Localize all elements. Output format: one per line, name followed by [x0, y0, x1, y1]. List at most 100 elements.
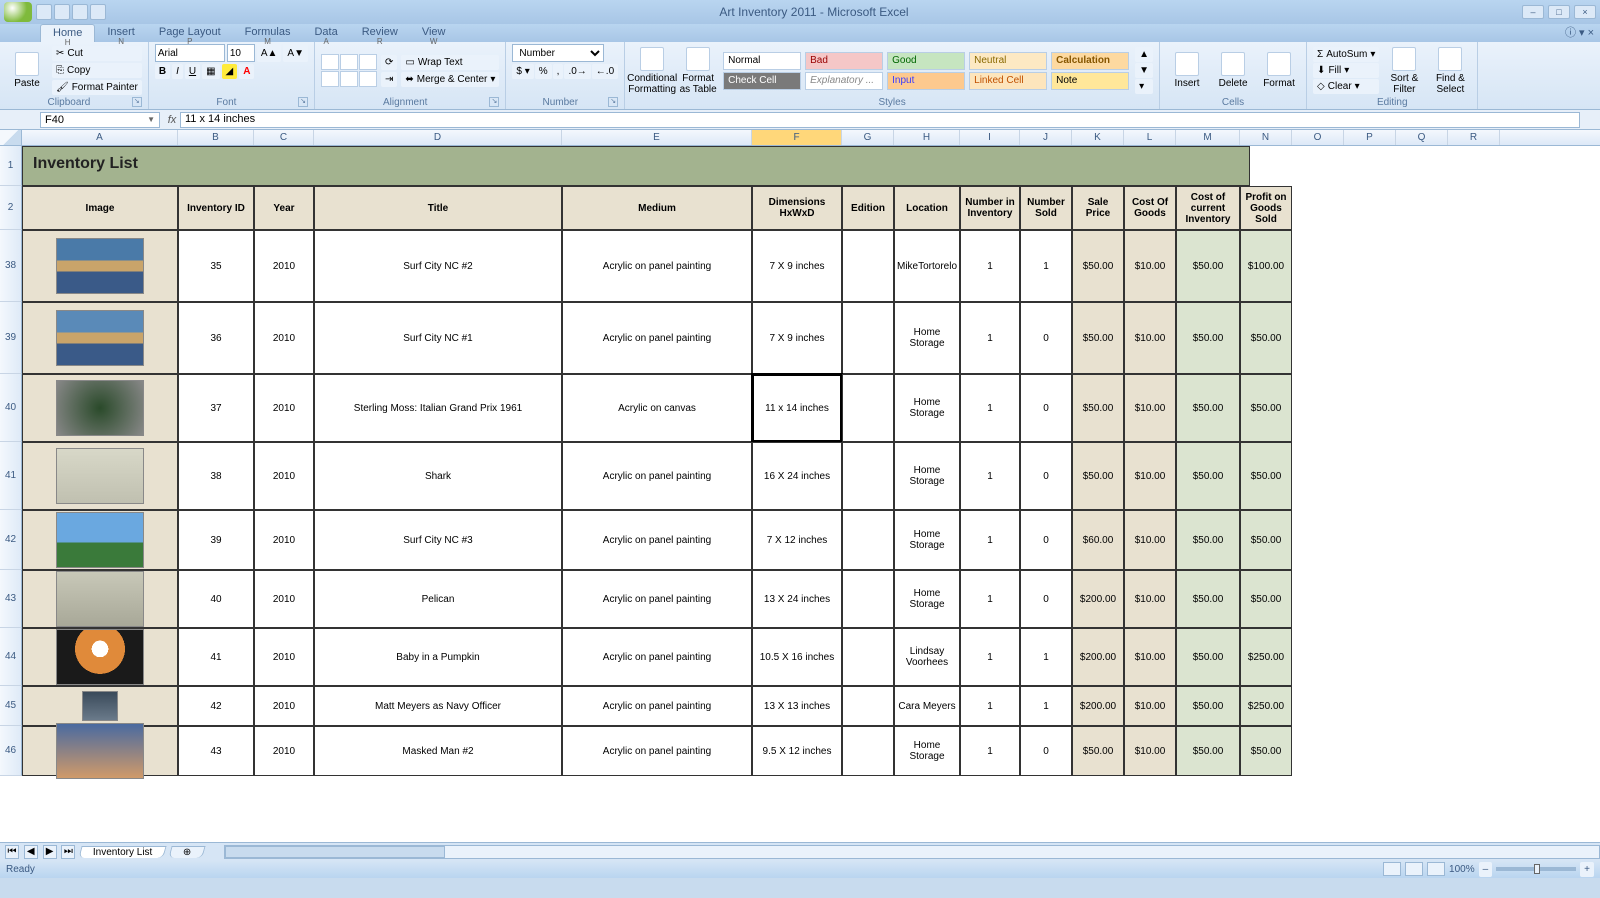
cell[interactable]: 2010 — [254, 628, 314, 686]
zoom-out-button[interactable]: – — [1479, 862, 1493, 877]
cell[interactable] — [842, 570, 894, 628]
style-calculation[interactable]: Calculation — [1051, 52, 1129, 70]
style-note[interactable]: Note — [1051, 72, 1129, 90]
row-header-40[interactable]: 40 — [0, 374, 22, 442]
cell[interactable]: 2010 — [254, 510, 314, 570]
cell[interactable]: $10.00 — [1124, 230, 1176, 302]
style-input[interactable]: Input — [887, 72, 965, 90]
inc-decimal-button[interactable]: .0→ — [564, 64, 590, 79]
cell[interactable]: Shark — [314, 442, 562, 510]
bold-button[interactable]: B — [155, 64, 170, 79]
worksheet-grid[interactable]: 12383940414243444546 Inventory ListImage… — [0, 146, 1600, 842]
artwork-thumbnail[interactable] — [82, 691, 118, 721]
cell[interactable]: Acrylic on canvas — [562, 374, 752, 442]
cell[interactable]: 2010 — [254, 686, 314, 726]
cell[interactable]: 2010 — [254, 230, 314, 302]
cell[interactable]: Acrylic on panel painting — [562, 570, 752, 628]
formula-input[interactable]: 11 x 14 inches — [180, 112, 1580, 128]
ribbon-tab-insert[interactable]: InsertN — [95, 24, 147, 42]
cell[interactable]: $50.00 — [1176, 570, 1240, 628]
col-header-P[interactable]: P — [1344, 130, 1396, 145]
col-header-I[interactable]: I — [960, 130, 1020, 145]
cell[interactable]: Home Storage — [894, 442, 960, 510]
view-page-break-button[interactable] — [1427, 862, 1445, 876]
artwork-thumbnail[interactable] — [56, 723, 144, 779]
ribbon-tab-review[interactable]: ReviewR — [350, 24, 410, 42]
close-button[interactable]: × — [1574, 5, 1596, 19]
zoom-in-button[interactable]: + — [1580, 862, 1594, 877]
ribbon-tab-page-layout[interactable]: Page LayoutP — [147, 24, 233, 42]
cell[interactable]: $10.00 — [1124, 726, 1176, 776]
sheet-nav-first[interactable]: ⏮ — [5, 845, 19, 859]
ribbon-tab-formulas[interactable]: FormulasM — [233, 24, 303, 42]
col-header-J[interactable]: J — [1020, 130, 1072, 145]
header-edition[interactable]: Edition — [842, 186, 894, 230]
grow-font-button[interactable]: A▲ — [257, 44, 282, 62]
styles-more[interactable]: ▾ — [1135, 79, 1153, 94]
cell[interactable]: Cara Meyers — [894, 686, 960, 726]
cell[interactable]: $10.00 — [1124, 442, 1176, 510]
cell[interactable] — [22, 442, 178, 510]
comma-button[interactable]: , — [553, 64, 564, 79]
header-dimensions-hxwxd[interactable]: Dimensions HxWxD — [752, 186, 842, 230]
cell[interactable]: Lindsay Voorhees — [894, 628, 960, 686]
cell[interactable]: Surf City NC #3 — [314, 510, 562, 570]
underline-button[interactable]: U — [185, 64, 200, 79]
col-header-H[interactable]: H — [894, 130, 960, 145]
cell[interactable]: Masked Man #2 — [314, 726, 562, 776]
artwork-thumbnail[interactable] — [56, 571, 144, 627]
style-good[interactable]: Good — [887, 52, 965, 70]
font-launcher[interactable]: ↘ — [298, 97, 308, 107]
cell[interactable]: Surf City NC #2 — [314, 230, 562, 302]
styles-scroll-up[interactable]: ▲ — [1135, 47, 1153, 62]
cell[interactable]: $250.00 — [1240, 628, 1292, 686]
cell[interactable]: Home Storage — [894, 510, 960, 570]
cell[interactable]: 40 — [178, 570, 254, 628]
office-button[interactable] — [4, 2, 32, 22]
format-as-table-button[interactable]: Format as Table — [677, 45, 719, 97]
cell[interactable] — [842, 510, 894, 570]
col-header-M[interactable]: M — [1176, 130, 1240, 145]
horizontal-scrollbar[interactable] — [224, 845, 1600, 859]
header-number-sold[interactable]: Number Sold — [1020, 186, 1072, 230]
wrap-text-button[interactable]: ▭ Wrap Text — [401, 55, 499, 70]
cell[interactable]: 7 X 12 inches — [752, 510, 842, 570]
qat-undo-icon[interactable] — [54, 4, 70, 20]
artwork-thumbnail[interactable] — [56, 629, 144, 685]
delete-cells-button[interactable]: Delete — [1212, 50, 1254, 91]
row-header-1[interactable]: 1 — [0, 146, 22, 186]
cell[interactable]: Acrylic on panel painting — [562, 628, 752, 686]
sort-filter-button[interactable]: Sort & Filter — [1383, 45, 1425, 97]
cut-button[interactable]: ✂ Cut — [52, 46, 142, 61]
row-header-46[interactable]: 46 — [0, 726, 22, 776]
cell[interactable] — [842, 230, 894, 302]
cell[interactable]: 10.5 X 16 inches — [752, 628, 842, 686]
cell[interactable]: 2010 — [254, 442, 314, 510]
cell[interactable]: 7 X 9 inches — [752, 230, 842, 302]
cell[interactable]: Acrylic on panel painting — [562, 510, 752, 570]
row-header-2[interactable]: 2 — [0, 186, 22, 230]
header-cost-of-goods[interactable]: Cost Of Goods — [1124, 186, 1176, 230]
col-header-L[interactable]: L — [1124, 130, 1176, 145]
artwork-thumbnail[interactable] — [56, 512, 144, 568]
cell[interactable]: $50.00 — [1176, 302, 1240, 374]
font-name-combo[interactable] — [155, 44, 225, 62]
cell[interactable] — [22, 570, 178, 628]
ribbon-tab-data[interactable]: DataA — [302, 24, 349, 42]
zoom-slider[interactable] — [1496, 867, 1576, 871]
cell[interactable]: Matt Meyers as Navy Officer — [314, 686, 562, 726]
cell[interactable]: 1 — [1020, 230, 1072, 302]
cell[interactable]: 1 — [1020, 686, 1072, 726]
cell[interactable] — [22, 230, 178, 302]
cell[interactable]: 2010 — [254, 570, 314, 628]
cell[interactable]: $200.00 — [1072, 686, 1124, 726]
col-header-E[interactable]: E — [562, 130, 752, 145]
cell[interactable]: $50.00 — [1240, 726, 1292, 776]
fill-button[interactable]: ⬇ Fill ▾ — [1313, 63, 1379, 78]
header-cost-of-current-inventory[interactable]: Cost of current Inventory — [1176, 186, 1240, 230]
cell[interactable]: 1 — [960, 442, 1020, 510]
cell[interactable]: $50.00 — [1176, 628, 1240, 686]
row-header-43[interactable]: 43 — [0, 570, 22, 628]
cell[interactable]: $200.00 — [1072, 628, 1124, 686]
shrink-font-button[interactable]: A▼ — [283, 44, 308, 62]
